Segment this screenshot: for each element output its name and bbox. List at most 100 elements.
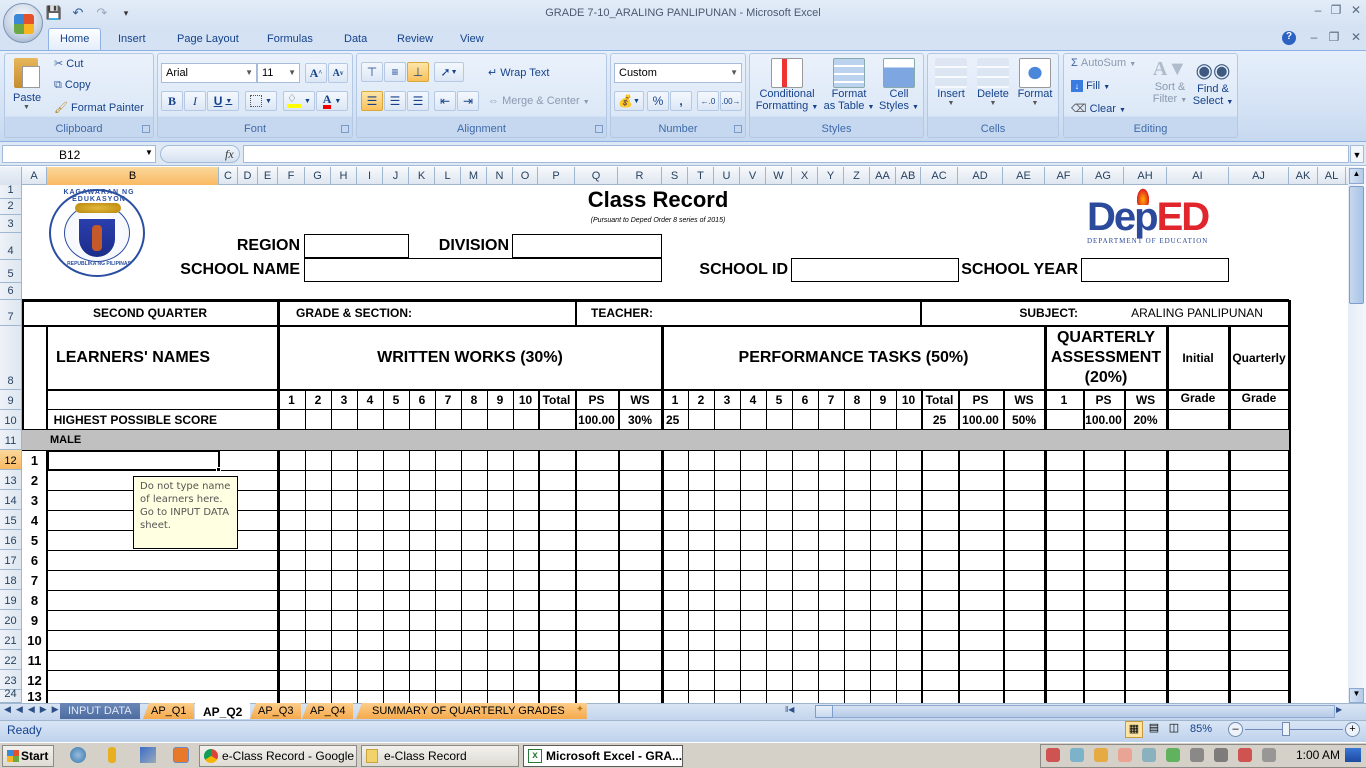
tab-view[interactable]: View bbox=[448, 28, 496, 50]
column-header-q[interactable]: Q bbox=[575, 167, 618, 185]
underline-button[interactable]: U ▼ bbox=[207, 91, 239, 111]
column-header-x[interactable]: X bbox=[792, 167, 818, 185]
format-as-table-button[interactable]: Format as Table ▼ bbox=[823, 56, 875, 120]
shrink-font-button[interactable]: Av bbox=[328, 63, 348, 83]
scroll-down-icon[interactable]: ▼ bbox=[1349, 688, 1364, 703]
expand-formula-bar-icon[interactable]: ▼ bbox=[1350, 145, 1364, 163]
row-header-24[interactable]: 24 bbox=[0, 688, 22, 703]
column-header-aa[interactable]: AA bbox=[870, 167, 896, 185]
copy-button[interactable]: ⧉ Copy bbox=[54, 79, 91, 92]
bold-button[interactable]: B bbox=[161, 91, 183, 111]
accounting-format-button[interactable]: 💰 ▼ bbox=[614, 91, 644, 111]
alignment-dialog-launcher[interactable] bbox=[595, 125, 603, 133]
sheet-tab-ap-q2[interactable]: AP_Q2 bbox=[195, 703, 251, 719]
column-header-j[interactable]: J bbox=[383, 167, 409, 185]
column-header-p[interactable]: P bbox=[538, 167, 575, 185]
column-header-a[interactable]: A bbox=[22, 167, 47, 185]
school-name-field[interactable] bbox=[304, 258, 662, 282]
tray-app-icon[interactable] bbox=[1070, 748, 1084, 762]
row-header-14[interactable]: 14 bbox=[0, 490, 22, 510]
redo-icon[interactable]: ↷ bbox=[94, 5, 110, 21]
insert-sheet-icon[interactable]: ✦ bbox=[568, 704, 592, 718]
hps-pt-cell[interactable]: 50% bbox=[1003, 410, 1045, 430]
increase-indent-button[interactable]: ⇥ bbox=[457, 91, 479, 111]
office-button[interactable] bbox=[3, 3, 43, 43]
column-header-w[interactable]: W bbox=[766, 167, 792, 185]
column-header-f[interactable]: F bbox=[278, 167, 305, 185]
row-header-18[interactable]: 18 bbox=[0, 570, 22, 590]
column-header-k[interactable]: K bbox=[409, 167, 435, 185]
zoom-slider-thumb[interactable] bbox=[1282, 722, 1290, 736]
format-painter-button[interactable]: 🖌 Format Painter bbox=[54, 101, 144, 114]
undo-icon[interactable]: ↶ bbox=[70, 5, 86, 21]
column-header-ak[interactable]: AK bbox=[1289, 167, 1318, 185]
font-size-combo[interactable]: 11 ▼ bbox=[257, 63, 300, 83]
volume-icon[interactable] bbox=[1190, 748, 1204, 762]
column-header-al[interactable]: AL bbox=[1318, 167, 1346, 185]
column-header-d[interactable]: D bbox=[238, 167, 258, 185]
row-header-15[interactable]: 15 bbox=[0, 510, 22, 530]
tab-insert[interactable]: Insert bbox=[106, 28, 158, 50]
column-header-b[interactable]: B bbox=[47, 167, 219, 185]
tray-network-icon[interactable] bbox=[1118, 748, 1132, 762]
hps-qa-cell[interactable]: 100.00 bbox=[1083, 410, 1124, 430]
column-header-i[interactable]: I bbox=[357, 167, 383, 185]
clipboard-dialog-launcher[interactable] bbox=[142, 125, 150, 133]
merge-center-button[interactable]: ⇔ Merge & Center ▼ bbox=[488, 95, 590, 107]
paste-button[interactable]: Paste ▼ bbox=[10, 56, 44, 114]
column-header-y[interactable]: Y bbox=[818, 167, 844, 185]
sheet-tab-ap-q3[interactable]: AP_Q3 bbox=[250, 703, 302, 719]
column-header-ai[interactable]: AI bbox=[1167, 167, 1229, 185]
column-header-t[interactable]: T bbox=[688, 167, 714, 185]
close-window-icon[interactable]: ✕ bbox=[1348, 3, 1364, 17]
zoom-slider[interactable] bbox=[1245, 729, 1343, 730]
name-box[interactable]: B12 ▼ bbox=[2, 145, 156, 163]
restore-window-icon[interactable]: ❐ bbox=[1328, 3, 1344, 17]
school-year-field[interactable] bbox=[1081, 258, 1229, 282]
align-center-button[interactable]: ☰ bbox=[384, 91, 406, 111]
column-header-ae[interactable]: AE bbox=[1003, 167, 1045, 185]
row-header-1[interactable]: 1 bbox=[0, 184, 22, 199]
fill-color-button[interactable]: ♢ ▼ bbox=[283, 91, 315, 111]
column-header-v[interactable]: V bbox=[740, 167, 766, 185]
selected-cell-b12[interactable] bbox=[47, 450, 220, 471]
italic-button[interactable]: I bbox=[184, 91, 206, 111]
column-header-e[interactable]: E bbox=[258, 167, 278, 185]
column-header-g[interactable]: G bbox=[305, 167, 331, 185]
formula-input[interactable] bbox=[243, 145, 1349, 163]
format-cells-button[interactable]: Format ▼ bbox=[1014, 56, 1056, 120]
column-header-l[interactable]: L bbox=[435, 167, 461, 185]
row-header-11[interactable]: 11 bbox=[0, 430, 22, 450]
column-header-m[interactable]: M bbox=[461, 167, 487, 185]
taskbar-excel-window[interactable]: x Microsoft Excel - GRA... bbox=[523, 745, 683, 767]
borders-button[interactable]: ▼ bbox=[245, 91, 277, 111]
horizontal-scroll-thumb[interactable] bbox=[815, 705, 833, 718]
column-header-h[interactable]: H bbox=[331, 167, 357, 185]
customize-qat-icon[interactable]: ▾ bbox=[118, 5, 134, 21]
scroll-up-icon[interactable]: ▲ bbox=[1349, 168, 1364, 184]
hscroll-right-icon[interactable]: ▶ bbox=[1336, 705, 1348, 718]
conditional-formatting-button[interactable]: Conditional Formatting ▼ bbox=[753, 56, 821, 120]
row-header-10[interactable]: 10 bbox=[0, 410, 22, 430]
row-header-4[interactable]: 4 bbox=[0, 233, 22, 260]
column-header-c[interactable]: C bbox=[219, 167, 238, 185]
tab-review[interactable]: Review bbox=[385, 28, 445, 50]
zoom-in-icon[interactable]: + bbox=[1345, 722, 1360, 737]
select-all-button[interactable] bbox=[0, 167, 22, 185]
font-dialog-launcher[interactable] bbox=[341, 125, 349, 133]
column-header-ad[interactable]: AD bbox=[958, 167, 1003, 185]
taskbar-folder-window[interactable]: e-Class Record bbox=[361, 745, 519, 767]
middle-align-button[interactable]: ≡ bbox=[384, 62, 406, 82]
clear-button[interactable]: ⌫ Clear ▼ bbox=[1071, 102, 1126, 115]
quicklaunch-icon[interactable] bbox=[108, 747, 116, 763]
tray-power-icon[interactable] bbox=[1214, 748, 1228, 762]
find-select-button[interactable]: ◉◉ Find & Select ▼ bbox=[1192, 56, 1234, 120]
row-header-16[interactable]: 16 bbox=[0, 530, 22, 550]
tab-page-layout[interactable]: Page Layout bbox=[165, 28, 251, 50]
column-header-ac[interactable]: AC bbox=[921, 167, 958, 185]
row-header-3[interactable]: 3 bbox=[0, 215, 22, 233]
horizontal-scrollbar[interactable] bbox=[815, 705, 1335, 718]
number-format-combo[interactable]: Custom ▼ bbox=[614, 63, 742, 83]
start-button[interactable]: Start bbox=[2, 745, 54, 767]
wrap-text-button[interactable]: ↵ Wrap Text bbox=[488, 66, 549, 79]
